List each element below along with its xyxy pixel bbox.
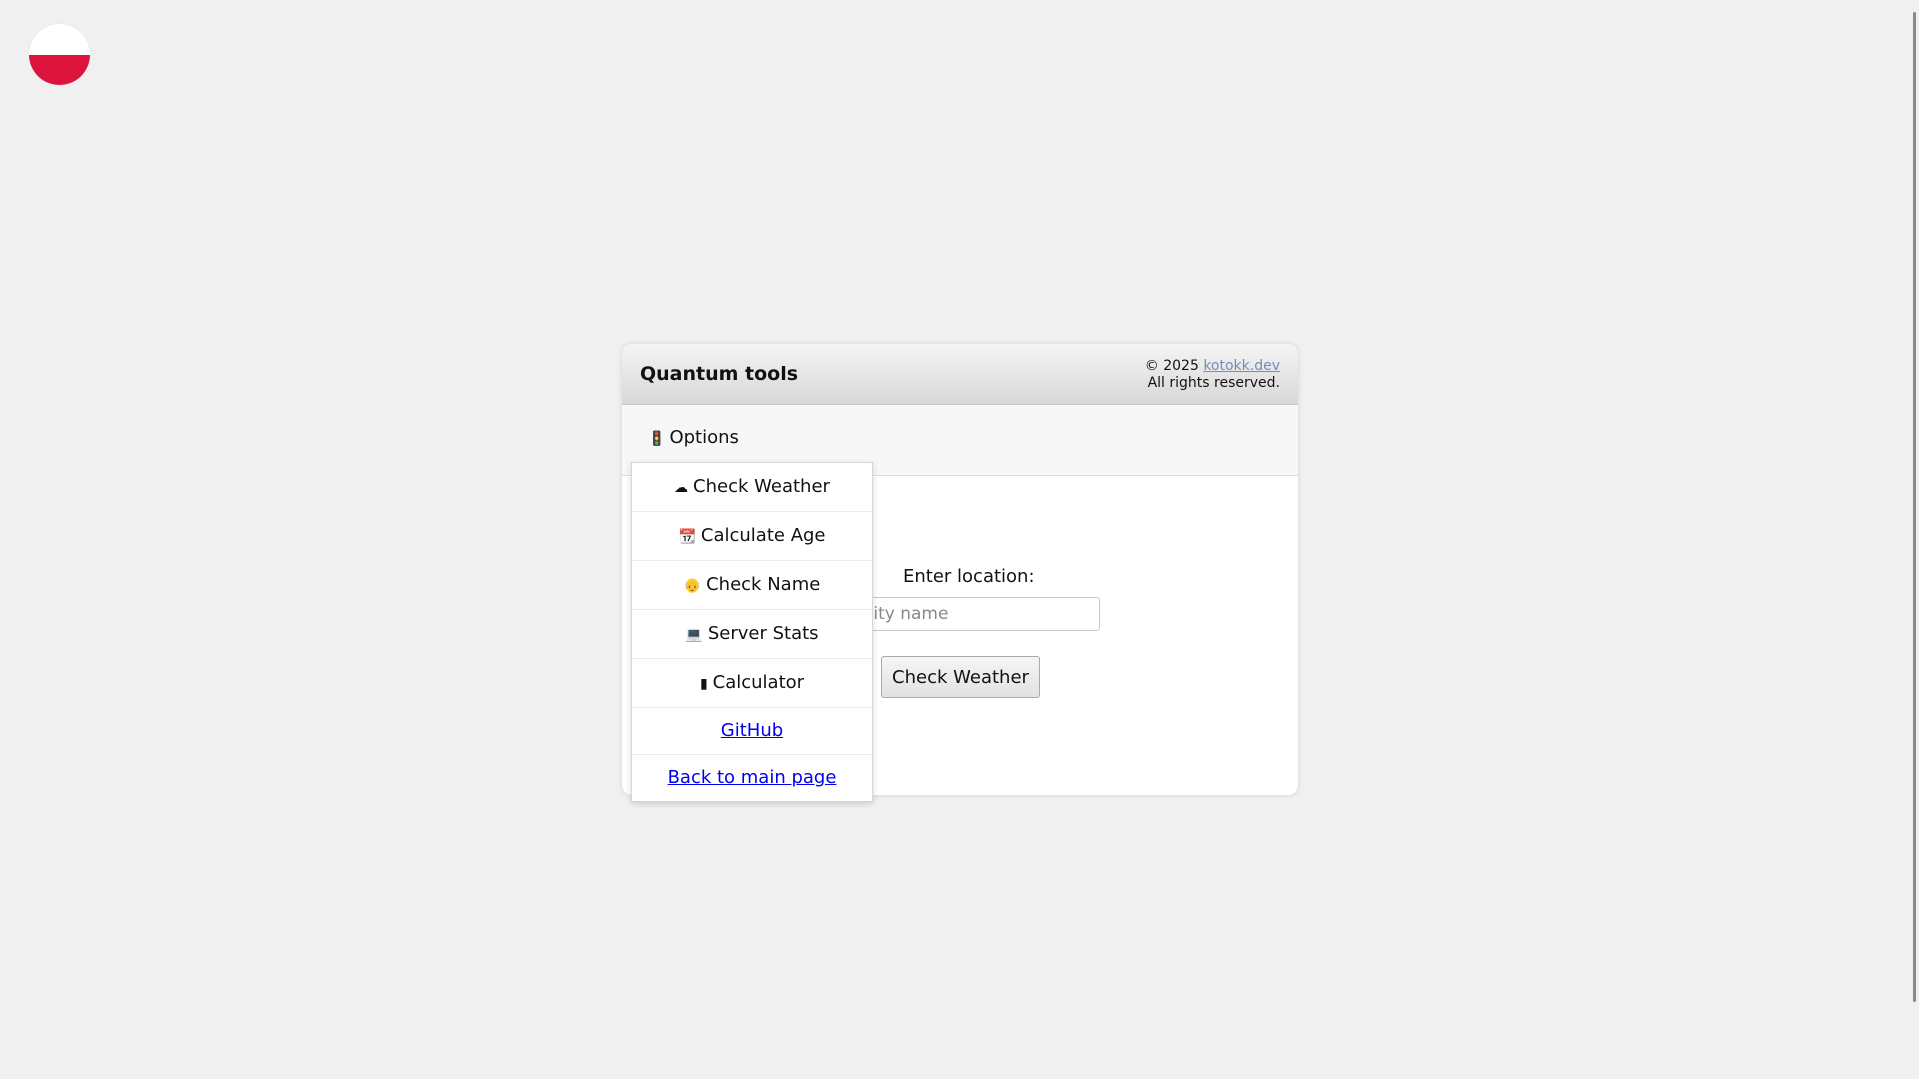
- check-weather-button[interactable]: Check Weather: [881, 656, 1040, 698]
- menu-item-label: Calculator: [712, 672, 805, 693]
- options-label: Options: [669, 427, 739, 448]
- menu-item-label: Check Weather: [693, 476, 830, 497]
- calendar-icon: 📆: [678, 529, 696, 545]
- scrollbar-thumb[interactable]: [1913, 12, 1916, 1002]
- menu-item-check-name[interactable]: 👴 Check Name: [632, 561, 872, 610]
- menu-item-label: Calculate Age: [700, 525, 826, 546]
- poland-flag-icon[interactable]: [29, 24, 90, 85]
- card-header: Quantum tools © 2025 kotokk.dev All righ…: [622, 344, 1298, 405]
- menu-item-calculate-age[interactable]: 📆 Calculate Age: [632, 512, 872, 561]
- flag-red-half: [29, 54, 90, 85]
- copyright-year: © 2025: [1144, 358, 1199, 374]
- rights-text: All rights reserved.: [1147, 375, 1280, 391]
- person-icon: 👴: [683, 578, 702, 594]
- calculator-icon: ▮: [699, 676, 708, 692]
- options-toggle[interactable]: 🚦 Options: [648, 427, 739, 448]
- traffic-light-icon: 🚦: [648, 431, 666, 447]
- copyright-link[interactable]: kotokk.dev: [1203, 358, 1280, 374]
- page-scrollbar[interactable]: [1910, 0, 1919, 1079]
- options-dropdown: ☁ Check Weather 📆 Calculate Age 👴 Check Nam…: [631, 462, 873, 802]
- app-title: Quantum tools: [640, 363, 799, 385]
- computer-icon: 💻: [685, 627, 703, 643]
- menu-item-calculator[interactable]: ▮ Calculator: [632, 659, 872, 708]
- github-link[interactable]: GitHub: [632, 708, 872, 755]
- flag-white-half: [29, 24, 90, 55]
- location-label: Enter location:: [903, 566, 1035, 587]
- menu-item-label: Server Stats: [707, 623, 819, 644]
- menu-item-server-stats[interactable]: 💻 Server Stats: [632, 610, 872, 659]
- back-to-main-link[interactable]: Back to main page: [632, 755, 872, 801]
- menu-item-label: Check Name: [706, 574, 821, 595]
- menu-item-check-weather[interactable]: ☁ Check Weather: [632, 463, 872, 512]
- copyright: © 2025 kotokk.dev All rights reserved.: [1145, 358, 1280, 392]
- cloud-icon: ☁: [674, 480, 689, 496]
